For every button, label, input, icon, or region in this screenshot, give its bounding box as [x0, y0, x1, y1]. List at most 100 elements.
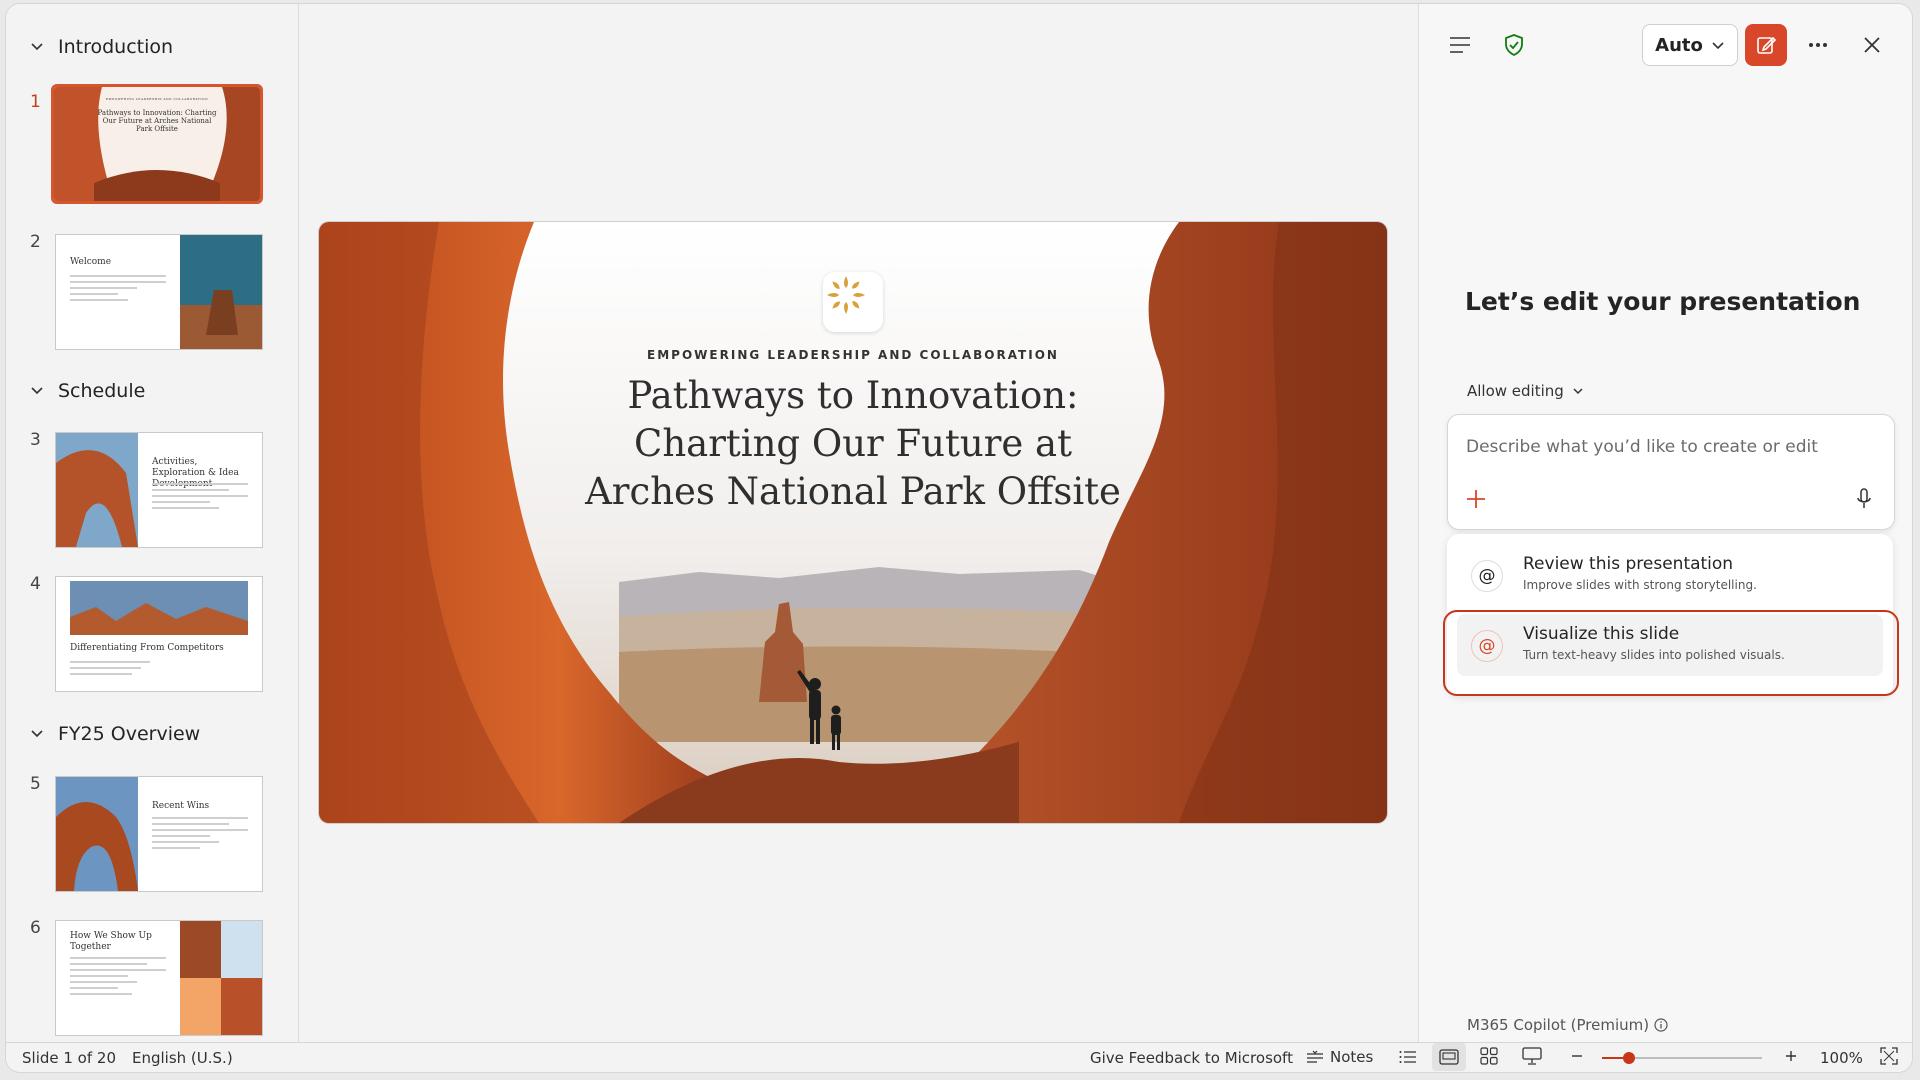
thumbnail-eyebrow: EMPOWERING LEADERSHIP AND COLLABORATION — [105, 97, 209, 101]
zoom-slider-thumb[interactable] — [1623, 1052, 1636, 1064]
company-logo — [823, 272, 883, 332]
suggestion-review-presentation[interactable]: @ Review this presentation Improve slide… — [1457, 544, 1883, 606]
thumbnail-title: How We Show Up Together — [70, 931, 152, 952]
slide-number: 2 — [30, 232, 41, 252]
close-button[interactable] — [1855, 28, 1889, 62]
grid-view-icon — [1480, 1047, 1498, 1065]
thumbnail-image — [54, 87, 260, 201]
prompt-input[interactable]: Describe what you’d like to create or ed… — [1466, 437, 1818, 457]
zoom-level[interactable]: 100% — [1820, 1049, 1863, 1067]
shield-check-icon — [1505, 34, 1523, 57]
thumbnail-text — [70, 661, 248, 679]
section-label: Schedule — [58, 380, 146, 402]
chevron-down-icon — [26, 380, 48, 402]
fit-icon — [1880, 1047, 1898, 1065]
slide-thumbnail-1[interactable]: EMPOWERING LEADERSHIP AND COLLABORATION … — [51, 84, 263, 204]
thumbnail-text — [152, 483, 248, 513]
presenter-view-icon — [1522, 1047, 1542, 1065]
slide-thumbnail-2[interactable]: Welcome — [55, 234, 263, 350]
slide-thumbnails-pane: Introduction 1 EMPOWERING LEADERSHIP AND… — [6, 4, 299, 1042]
fit-to-window-button[interactable] — [1880, 1047, 1898, 1069]
allow-editing-label: Allow editing — [1467, 382, 1564, 400]
edit-mode-button[interactable] — [1745, 24, 1787, 66]
section-schedule[interactable]: Schedule — [26, 376, 145, 406]
current-slide[interactable]: EMPOWERING LEADERSHIP AND COLLABORATION … — [319, 222, 1387, 823]
zoom-out-button[interactable] — [1570, 1047, 1584, 1069]
normal-view-button[interactable] — [1432, 1043, 1466, 1071]
slide-thumbnail-4[interactable]: Differentiating From Competitors — [55, 576, 263, 692]
slide-editor: EMPOWERING LEADERSHIP AND COLLABORATION … — [299, 4, 1417, 1042]
outline-view-button[interactable] — [1398, 1047, 1418, 1071]
highlight-ring — [1443, 610, 1899, 696]
slide-thumbnail-5[interactable]: Recent Wins — [55, 776, 263, 892]
slide-number: 5 — [30, 774, 41, 794]
zoom-slider[interactable] — [1602, 1052, 1762, 1064]
slide-title-line: Arches National Park Offsite — [585, 470, 1121, 513]
menu-icon — [1450, 37, 1470, 53]
slide-thumbnail-6[interactable]: How We Show Up Together — [55, 920, 263, 1036]
sun-logo-icon — [827, 276, 865, 314]
app-window: Introduction 1 EMPOWERING LEADERSHIP AND… — [6, 4, 1912, 1072]
suggestion-subtitle: Improve slides with strong storytelling. — [1523, 578, 1757, 592]
mode-dropdown[interactable]: Auto — [1642, 24, 1738, 66]
thumbnail-title: Pathways to Innovation: Charting Our Fut… — [97, 109, 217, 133]
premium-label: M365 Copilot (Premium) — [1467, 1016, 1668, 1034]
section-label: FY25 Overview — [58, 723, 201, 745]
chevron-down-icon — [1712, 42, 1724, 50]
chevron-down-icon — [1573, 388, 1583, 395]
notes-button[interactable]: Notes — [1306, 1048, 1373, 1066]
thumbnail-text — [70, 275, 166, 305]
slide-title[interactable]: Pathways to Innovation: Charting Our Fut… — [553, 372, 1153, 516]
slide-title-line: Charting Our Future at — [634, 422, 1072, 465]
status-bar: Slide 1 of 20 English (U.S.) Give Feedba… — [6, 1042, 1912, 1072]
feedback-link[interactable]: Give Feedback to Microsoft — [1090, 1049, 1293, 1067]
suggestion-title: Review this presentation — [1523, 554, 1734, 574]
chevron-down-icon — [26, 36, 48, 58]
menu-button[interactable] — [1443, 28, 1477, 62]
presenter-view-button[interactable] — [1522, 1047, 1542, 1069]
allow-editing-dropdown[interactable]: Allow editing — [1467, 382, 1584, 400]
more-icon — [1809, 43, 1827, 47]
chevron-down-icon — [26, 723, 48, 745]
more-options-button[interactable] — [1801, 28, 1835, 62]
prompt-box[interactable]: Describe what you’d like to create or ed… — [1447, 414, 1895, 530]
zoom-out-icon — [1572, 1055, 1582, 1057]
slide-number: 4 — [30, 574, 41, 594]
microphone-button[interactable] — [1848, 483, 1880, 515]
add-attachment-button[interactable] — [1460, 483, 1492, 515]
notes-label: Notes — [1330, 1048, 1374, 1066]
zoom-in-icon — [1786, 1051, 1796, 1061]
slide-number: 6 — [30, 918, 41, 938]
thumbnail-text — [70, 957, 166, 999]
slide-eyebrow[interactable]: EMPOWERING LEADERSHIP AND COLLABORATION — [319, 348, 1387, 362]
section-introduction[interactable]: Introduction — [26, 32, 173, 62]
section-fy25-overview[interactable]: FY25 Overview — [26, 719, 200, 749]
slide-number: 3 — [30, 430, 41, 450]
edit-icon — [1757, 36, 1777, 54]
at-icon: @ — [1471, 560, 1503, 592]
slide-sorter-button[interactable] — [1480, 1047, 1498, 1069]
plus-icon — [1467, 490, 1485, 508]
microphone-icon — [1857, 488, 1871, 508]
slide-thumbnail-3[interactable]: Activities, Exploration & Idea Developme… — [55, 432, 263, 548]
thumbnail-title: Welcome — [70, 257, 112, 267]
thumbnail-text — [152, 817, 248, 853]
slide-title-line: Pathways to Innovation: — [627, 374, 1079, 417]
language-indicator[interactable]: English (U.S.) — [132, 1049, 233, 1067]
section-label: Introduction — [58, 36, 174, 58]
protection-button[interactable] — [1497, 28, 1531, 62]
copilot-pane: Auto Let’s edit your presentation Allow … — [1418, 4, 1912, 1042]
normal-view-icon — [1439, 1049, 1459, 1065]
info-icon[interactable] — [1654, 1018, 1668, 1032]
slide-counter[interactable]: Slide 1 of 20 — [22, 1049, 116, 1067]
notes-icon — [1307, 1050, 1323, 1063]
thumbnail-title: Recent Wins — [152, 801, 210, 811]
outline-view-icon — [1399, 1051, 1416, 1063]
copilot-heading: Let’s edit your presentation — [1465, 287, 1861, 316]
slide-number: 1 — [30, 92, 41, 112]
zoom-in-button[interactable] — [1784, 1047, 1798, 1069]
close-icon — [1864, 37, 1880, 53]
thumbnail-title: Differentiating From Competitors — [70, 643, 224, 653]
mode-label: Auto — [1655, 34, 1703, 56]
premium-text: M365 Copilot (Premium) — [1467, 1016, 1650, 1034]
